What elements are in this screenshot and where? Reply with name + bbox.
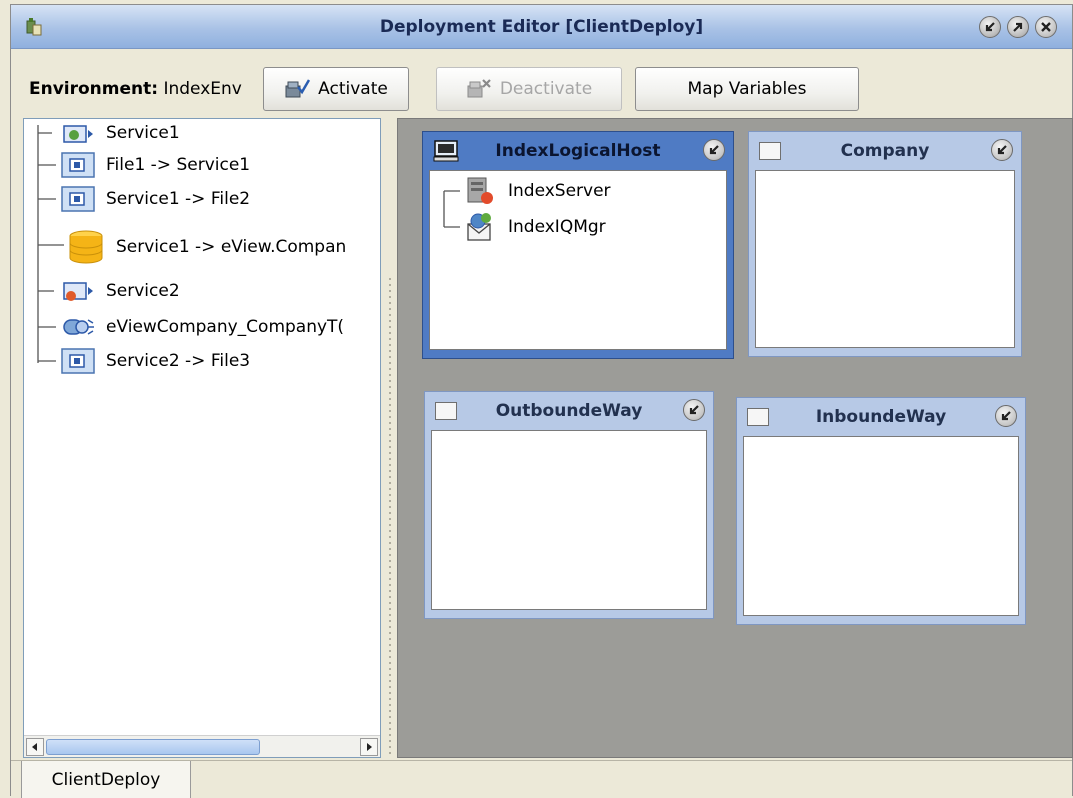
horizontal-scrollbar[interactable] <box>24 735 380 757</box>
connector-icon <box>63 319 94 335</box>
scroll-left-icon <box>32 743 37 751</box>
file-connection-icon <box>61 348 95 374</box>
host-title: Company <box>840 141 930 161</box>
map-variables-label: Map Variables <box>687 79 807 99</box>
activate-label: Activate <box>318 79 388 99</box>
deactivate-button[interactable]: Deactivate <box>436 67 622 111</box>
host-title: InboundeWay <box>815 407 947 427</box>
logical-host-inboundeway[interactable]: InboundeWay <box>736 397 1026 625</box>
tree-item-file1-service1[interactable]: File1 -> Service1 <box>60 151 250 179</box>
environment-field: Environment: IndexEnv <box>29 79 242 99</box>
collapse-icon <box>709 145 719 155</box>
deployment-editor-window: Deployment Editor [ClientDeploy] Environ… <box>10 4 1073 798</box>
host-child-label: IndexIQMgr <box>508 217 606 237</box>
host-body: IndexServer IndexIQMgr <box>429 170 727 350</box>
minimize-icon <box>985 22 995 32</box>
deactivate-icon <box>467 79 491 98</box>
host-title: IndexLogicalHost <box>495 141 661 161</box>
collapse-icon <box>997 145 1007 155</box>
close-button[interactable] <box>1035 16 1057 38</box>
tab-clientdeploy[interactable]: ClientDeploy <box>21 761 191 798</box>
panel-splitter[interactable] <box>383 118 397 798</box>
window-title: Deployment Editor [ClientDeploy] <box>379 17 704 37</box>
deployment-canvas: IndexLogicalHost IndexServer IndexIQMgr … <box>397 118 1073 758</box>
toolbar: Environment: IndexEnv Activate Deactivat… <box>11 49 1072 117</box>
logical-host-company[interactable]: Company <box>748 131 1022 357</box>
editor-tab-bar: ClientDeploy <box>11 760 1072 798</box>
file-connection-icon <box>61 152 95 178</box>
file-connection-icon <box>61 186 95 212</box>
host-title: OutboundeWay <box>495 401 643 421</box>
tree-item-service1[interactable]: Service1 <box>60 119 180 147</box>
tree-item-service1-eview[interactable]: Service1 -> eView.Compan <box>66 229 346 265</box>
scroll-right-icon <box>367 743 372 751</box>
tree-item-label: File1 -> Service1 <box>106 155 251 175</box>
collapse-icon <box>1001 411 1011 421</box>
maximize-button[interactable] <box>1007 16 1029 38</box>
host-body <box>431 430 707 610</box>
collapse-button[interactable] <box>991 139 1013 161</box>
component-tree: Service1 File1 -> Service1 Service1 -> F… <box>23 118 381 758</box>
deactivate-label: Deactivate <box>499 79 593 99</box>
host-child-indexiqmgr[interactable]: IndexIQMgr <box>462 213 606 241</box>
maximize-icon <box>1013 22 1023 32</box>
server-icon <box>467 177 493 204</box>
environment-value: IndexEnv <box>163 79 242 99</box>
scroll-thumb[interactable] <box>46 739 260 755</box>
tree-item-label: eViewCompany_CompanyT( <box>106 317 345 337</box>
tree-item-label: Service1 <box>106 123 180 143</box>
collapse-icon <box>689 405 699 415</box>
collapse-button[interactable] <box>995 405 1017 427</box>
tree-item-label: Service1 -> eView.Compan <box>116 237 347 257</box>
scroll-left-button[interactable] <box>26 738 44 756</box>
collapse-button[interactable] <box>703 139 725 161</box>
tree-item-service1-file2[interactable]: Service1 -> File2 <box>60 185 250 213</box>
environment-label: Environment: <box>29 79 159 99</box>
database-icon <box>69 230 103 264</box>
activate-button[interactable]: Activate <box>263 67 409 111</box>
tree-item-service2-file3[interactable]: Service2 -> File3 <box>60 347 250 375</box>
tab-label: ClientDeploy <box>51 769 161 790</box>
title-bar: Deployment Editor [ClientDeploy] <box>11 5 1072 49</box>
close-icon <box>1041 22 1051 32</box>
message-queue-icon <box>467 213 491 241</box>
scroll-right-button[interactable] <box>360 738 378 756</box>
tree-item-label: Service2 -> File3 <box>106 351 251 371</box>
tree-item-label: Service2 <box>106 281 180 301</box>
logical-host-indexlogicalhost[interactable]: IndexLogicalHost IndexServer IndexIQMgr <box>422 131 734 359</box>
minimize-button[interactable] <box>979 16 1001 38</box>
host-body <box>743 436 1019 616</box>
activate-icon <box>285 79 311 98</box>
service-icon <box>63 282 93 301</box>
tree-item-eviewcompany[interactable]: eViewCompany_CompanyT( <box>60 313 344 341</box>
host-child-label: IndexServer <box>508 181 611 201</box>
collapse-button[interactable] <box>683 399 705 421</box>
logical-host-outboundeway[interactable]: OutboundeWay <box>424 391 714 619</box>
splitter-grip <box>389 278 391 798</box>
map-variables-button[interactable]: Map Variables <box>635 67 859 111</box>
host-child-indexserver[interactable]: IndexServer <box>462 177 611 205</box>
tree-item-label: Service1 -> File2 <box>106 189 251 209</box>
host-body <box>755 170 1015 348</box>
service-icon <box>63 125 93 143</box>
tree-item-service2[interactable]: Service2 <box>60 277 180 305</box>
